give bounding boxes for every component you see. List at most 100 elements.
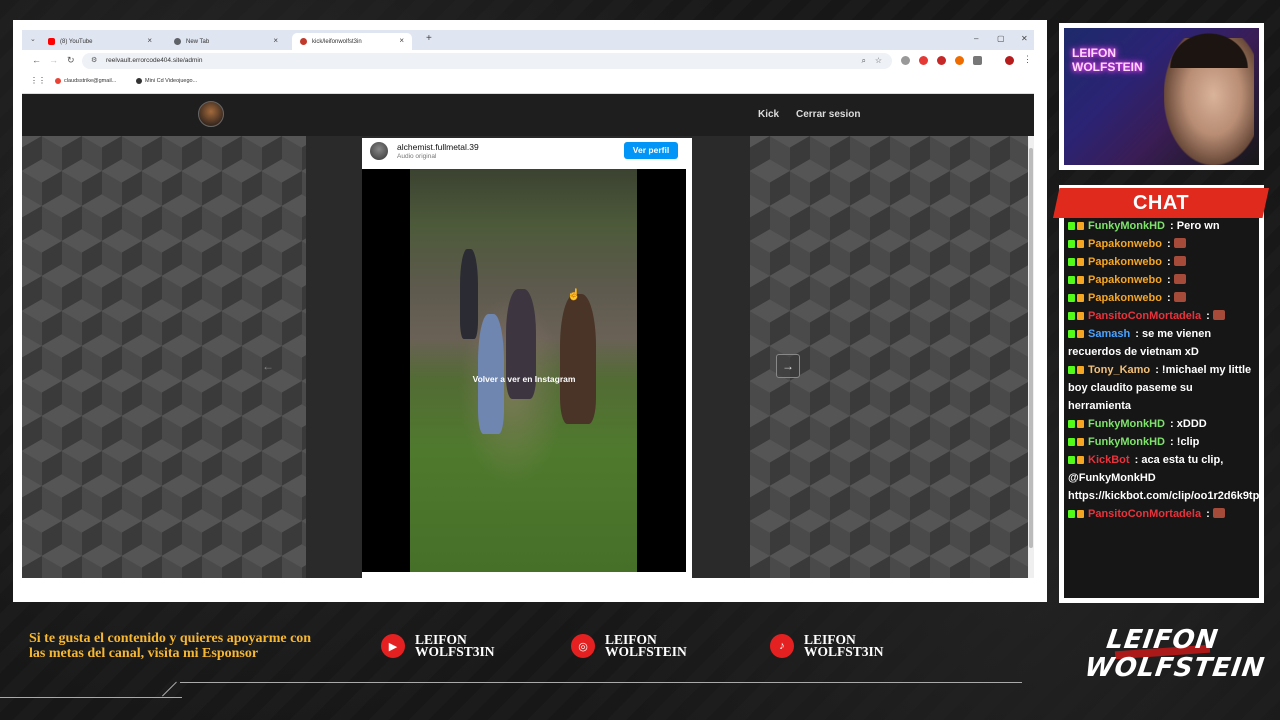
replay-on-instagram-link[interactable]: Volver a ver en Instagram: [362, 374, 686, 384]
close-tab-icon[interactable]: ×: [147, 36, 152, 45]
neon-sign-line: LEIFON: [1072, 46, 1116, 60]
close-tab-icon[interactable]: ×: [399, 36, 404, 45]
bookmarks-bar: ⋮⋮ claudsstrike@gmail... Mini Cd Videoju…: [22, 72, 1034, 94]
bookmark-star-icon[interactable]: ☆: [875, 53, 882, 69]
instagram-video[interactable]: Volver a ver en Instagram: [362, 169, 686, 572]
back-arrow-icon[interactable]: ←: [32, 55, 41, 65]
new-tab-button[interactable]: +: [426, 33, 432, 44]
apps-grid-icon[interactable]: ⋮⋮: [30, 76, 46, 85]
chat-message: Tony_Kamo : !michael my little boy claud…: [1064, 361, 1259, 415]
youtube-favicon-icon: [48, 38, 55, 45]
chat-username[interactable]: Papakonwebo: [1088, 274, 1162, 286]
subscriber-badge-icon: [1077, 240, 1084, 248]
extensions-puzzle-icon[interactable]: [973, 56, 982, 65]
social-tiktok: ♪ LEIFON WOLFST3IN: [770, 633, 884, 659]
chat-text: :: [1203, 508, 1213, 520]
address-bar[interactable]: ⚙ reelvault.errorcode404.site/admin ⌕ ☆: [82, 53, 892, 69]
bookmark-label: claudsstrike@gmail...: [64, 78, 117, 84]
chat-username[interactable]: Papakonwebo: [1088, 256, 1162, 268]
subscriber-badge-icon: [1077, 330, 1084, 338]
chat-username[interactable]: Tony_Kamo: [1088, 364, 1150, 376]
chat-username[interactable]: Papakonwebo: [1088, 292, 1162, 304]
extension-icon[interactable]: [919, 56, 928, 65]
chat-username[interactable]: FunkyMonkHD: [1088, 436, 1165, 448]
extension-icon[interactable]: [955, 56, 964, 65]
chat-message: Papakonwebo :: [1064, 253, 1259, 271]
chat-username[interactable]: Samash: [1088, 328, 1130, 340]
chat-title: CHAT: [1053, 188, 1269, 218]
kick-badge-icon: [1068, 456, 1075, 464]
kick-badge-icon: [1068, 366, 1075, 374]
emote-icon: [1173, 238, 1186, 248]
nav-link-kick[interactable]: Kick: [758, 109, 779, 120]
more-menu-icon[interactable]: ⋮: [1023, 54, 1032, 65]
emote-icon: [1212, 508, 1225, 518]
social-handle: WOLFST3IN: [804, 644, 884, 659]
view-profile-button[interactable]: Ver perfil: [624, 142, 678, 159]
webcam-feed: LEIFON WOLFSTEIN: [1064, 28, 1259, 165]
subscriber-badge-icon: [1077, 420, 1084, 428]
instagram-user-avatar[interactable]: [370, 142, 388, 160]
chat-text: :: [1163, 238, 1174, 250]
chat-text: :: [1203, 310, 1213, 322]
streamer-hair: [1164, 28, 1254, 68]
carousel-next-button[interactable]: →: [776, 354, 800, 378]
close-tab-icon[interactable]: ×: [273, 36, 278, 45]
page-scrollbar[interactable]: [1028, 136, 1034, 578]
subscriber-badge-icon: [1077, 222, 1084, 230]
divider-line: [180, 682, 1022, 683]
instagram-embed: alchemist.fullmetal.39 Audio original Ve…: [362, 138, 692, 578]
chat-username[interactable]: FunkyMonkHD: [1088, 220, 1165, 232]
brand-logo-line: LEIFON: [1104, 625, 1221, 655]
chat-username[interactable]: FunkyMonkHD: [1088, 418, 1165, 430]
zoom-icon[interactable]: ⌕: [862, 53, 866, 69]
tab-search-icon[interactable]: ⌄: [30, 35, 36, 43]
instagram-username[interactable]: alchemist.fullmetal.39: [397, 142, 479, 152]
bookmark-mini-cd[interactable]: Mini Cd Videojuego...: [136, 78, 197, 84]
kick-badge-icon: [1068, 438, 1075, 446]
chat-username[interactable]: PansitoConMortadela: [1088, 508, 1201, 520]
tab-strip: ⌄ (8) YouTube × New Tab × kick/leifonwol…: [22, 30, 1034, 50]
emote-icon: [1173, 256, 1186, 266]
nav-link-logout[interactable]: Cerrar sesion: [796, 109, 860, 120]
tab-youtube[interactable]: (8) YouTube ×: [40, 33, 160, 50]
kick-badge-icon: [1068, 312, 1075, 320]
subscriber-badge-icon: [1077, 258, 1084, 266]
chat-message: Papakonwebo :: [1064, 289, 1259, 307]
reload-icon[interactable]: ↻: [67, 55, 75, 66]
extension-icon[interactable]: [937, 56, 946, 65]
chat-message-list[interactable]: FunkyMonkHD : Pero wn Papakonwebo : Papa…: [1064, 217, 1259, 598]
kick-badge-icon: [1068, 420, 1075, 428]
profile-avatar[interactable]: [1005, 56, 1014, 65]
kick-badge-icon: [1068, 258, 1075, 266]
neon-sign: LEIFON WOLFSTEIN: [1072, 46, 1143, 74]
social-instagram: ◎ LEIFON WOLFSTEIN: [571, 633, 687, 658]
subscriber-badge-icon: [1077, 312, 1084, 320]
chat-message: FunkyMonkHD : xDDD: [1064, 415, 1259, 433]
extension-icon[interactable]: [901, 56, 910, 65]
social-handle: WOLFST3IN: [415, 644, 495, 659]
tab-new-tab[interactable]: New Tab ×: [166, 33, 286, 50]
site-logo-avatar[interactable]: [198, 101, 224, 127]
carousel-prev-button[interactable]: ←: [256, 354, 280, 378]
chat-username[interactable]: PansitoConMortadela: [1088, 310, 1201, 322]
divider-line: [0, 697, 182, 698]
brand-logo: LEIFON WOLFSTEIN: [1083, 625, 1267, 690]
chat-username[interactable]: Papakonwebo: [1088, 238, 1162, 250]
chat-text: :: [1163, 274, 1174, 286]
close-window-button[interactable]: ✕: [1021, 34, 1028, 43]
kick-badge-icon: [1068, 294, 1075, 302]
bookmark-gmail[interactable]: claudsstrike@gmail...: [55, 78, 116, 84]
browser-window: ⌄ (8) YouTube × New Tab × kick/leifonwol…: [22, 30, 1034, 578]
chat-message: FunkyMonkHD : Pero wn: [1064, 217, 1259, 235]
chat-username[interactable]: KickBot: [1088, 454, 1130, 466]
forward-arrow-icon[interactable]: →: [49, 55, 58, 65]
sponsor-text: Si te gusta el contenido y quieres apoya…: [29, 631, 312, 661]
minimize-button[interactable]: –: [974, 34, 978, 43]
maximize-button[interactable]: ▢: [997, 34, 1005, 43]
tab-kick[interactable]: kick/leifonwolfst3in ×: [292, 33, 412, 50]
instagram-audio-label[interactable]: Audio original: [397, 153, 436, 160]
kick-badge-icon: [1068, 222, 1075, 230]
site-info-icon[interactable]: ⚙: [91, 53, 97, 69]
scrollbar-thumb[interactable]: [1029, 148, 1033, 548]
